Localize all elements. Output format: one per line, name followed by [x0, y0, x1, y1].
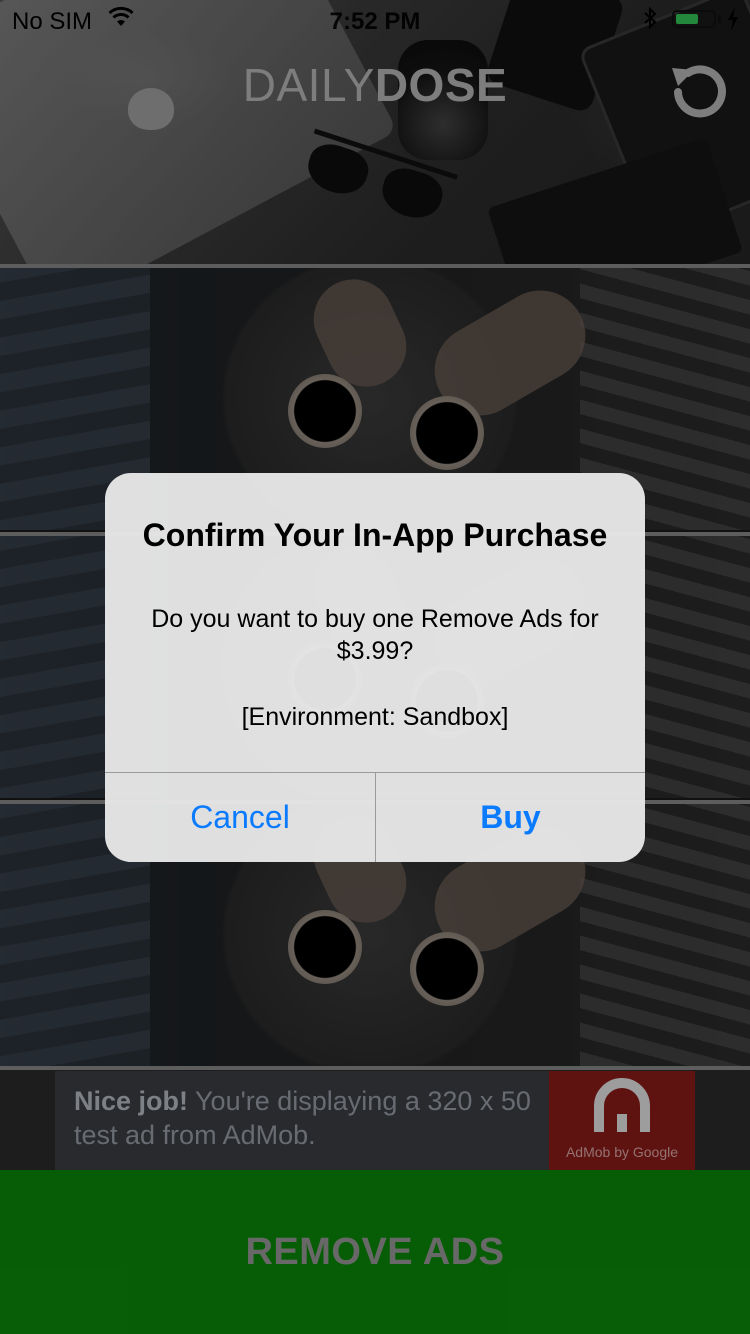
purchase-confirm-alert: Confirm Your In-App Purchase Do you want…: [105, 473, 645, 862]
alert-environment: [Environment: Sandbox]: [241, 703, 509, 731]
buy-button[interactable]: Buy: [376, 773, 645, 862]
screen: No SIM 7:52 PM DAILYDOSE Nice job! You'r…: [0, 0, 750, 1334]
cancel-button[interactable]: Cancel: [105, 773, 375, 862]
alert-title: Confirm Your In-App Purchase: [142, 517, 608, 553]
alert-message: Do you want to buy one Remove Ads for $3…: [151, 605, 599, 665]
